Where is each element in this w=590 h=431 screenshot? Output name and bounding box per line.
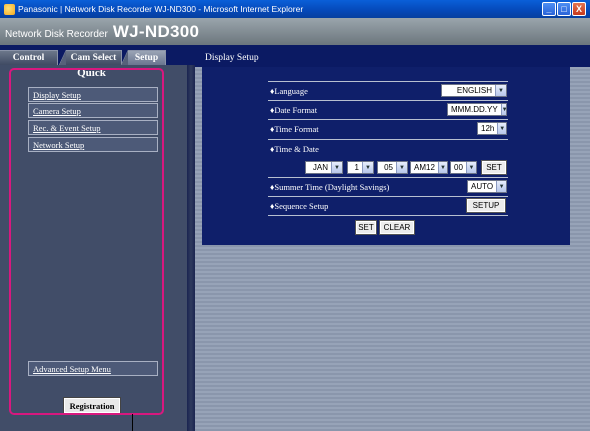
date-format-label: ♦Date Format (270, 105, 318, 115)
display-setup-panel (202, 67, 570, 245)
set-button[interactable]: SET (355, 220, 377, 235)
summer-time-value: AUTO (471, 182, 494, 191)
maximize-button[interactable]: □ (557, 2, 571, 16)
time-date-label: ♦Time & Date (270, 144, 319, 154)
date-format-value: MMM.DD.YY (451, 105, 498, 114)
product-name: Network Disk Recorder (5, 29, 108, 40)
minute-select[interactable]: 00 ▼ (450, 161, 477, 174)
time-format-value: 12h (481, 124, 495, 133)
year-value: 05 (384, 163, 393, 172)
chevron-down-icon: ▼ (495, 85, 506, 96)
day-value: 1 (354, 163, 359, 172)
hour-value: AM12 (414, 163, 435, 172)
year-select[interactable]: 05 ▼ (377, 161, 408, 174)
hour-select[interactable]: AM12 ▼ (410, 161, 448, 174)
highlight-frame (9, 68, 164, 415)
time-format-label: ♦Time Format (270, 124, 319, 134)
date-format-select[interactable]: MMM.DD.YY ▼ (447, 103, 507, 116)
callout-line (132, 414, 133, 431)
row-divider (268, 215, 508, 216)
chevron-down-icon: ▼ (497, 123, 506, 134)
chevron-down-icon: ▼ (331, 162, 342, 173)
language-label: ♦Language (270, 86, 308, 96)
tab-setup[interactable]: Setup (121, 50, 166, 65)
set-time-button[interactable]: SET (481, 160, 507, 175)
tab-cam-select[interactable]: Cam Select (59, 50, 122, 65)
row-divider (268, 100, 508, 101)
browser-icon (4, 3, 15, 15)
chevron-down-icon: ▼ (437, 162, 447, 173)
chevron-down-icon: ▼ (465, 162, 476, 173)
language-value: ENGLISH (456, 86, 492, 95)
window-title: Panasonic | Network Disk Recorder WJ-ND3… (18, 4, 304, 14)
language-select[interactable]: ENGLISH ▼ (441, 84, 507, 97)
window-title-bar: Panasonic | Network Disk Recorder WJ-ND3… (0, 0, 590, 18)
row-divider (268, 81, 508, 82)
month-value: JAN (312, 163, 328, 172)
page-title: Display Setup (205, 53, 259, 63)
row-divider (268, 119, 508, 120)
month-select[interactable]: JAN ▼ (305, 161, 343, 174)
close-button[interactable]: X (572, 2, 586, 16)
tab-control[interactable]: Control (0, 50, 58, 65)
row-divider (268, 196, 508, 197)
summer-time-label: ♦Summer Time (Daylight Savings) (270, 182, 390, 192)
summer-time-select[interactable]: AUTO ▼ (467, 180, 507, 193)
day-select[interactable]: 1 ▼ (347, 161, 374, 174)
minute-value: 00 (454, 163, 463, 172)
model-name: WJ-ND300 (112, 22, 200, 41)
minimize-button[interactable]: _ (542, 2, 556, 16)
sequence-setup-label: ♦Sequence Setup (270, 201, 329, 211)
time-format-select[interactable]: 12h ▼ (477, 122, 507, 135)
chevron-down-icon: ▼ (496, 181, 506, 192)
row-divider (268, 177, 508, 178)
chevron-down-icon: ▼ (500, 104, 506, 115)
row-divider (268, 139, 508, 140)
brand-bar: Network Disk Recorder WJ-ND300 (0, 18, 590, 45)
chevron-down-icon: ▼ (362, 162, 373, 173)
chevron-down-icon: ▼ (396, 162, 407, 173)
panel-divider[interactable] (187, 65, 195, 431)
sequence-setup-button[interactable]: SETUP (466, 198, 506, 213)
clear-button[interactable]: CLEAR (379, 220, 415, 235)
